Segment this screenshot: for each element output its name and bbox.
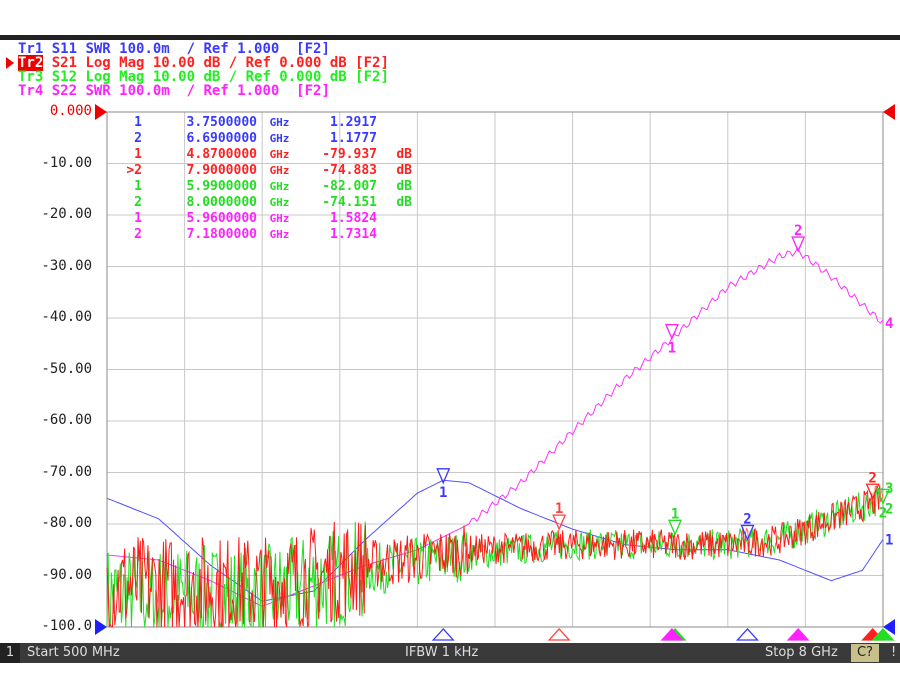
marker-freq: 5.9900000 (186, 179, 257, 194)
y-tick-label: -70.00 (41, 463, 92, 480)
marker-unit: GHz (269, 148, 290, 161)
marker-unit: GHz (269, 132, 290, 145)
reference-level-left-icon (95, 619, 107, 635)
marker-id: 2 (134, 227, 142, 242)
marker-triangle-icon (668, 519, 683, 536)
reference-level-left-icon (95, 104, 107, 120)
marker-id: 2 (134, 195, 142, 210)
status-bar: 1 Start 500 MHz IFBW 1 kHz Stop 8 GHz C?… (0, 643, 900, 663)
marker-readout-row[interactable]: >2 7.9000000 GHz -74.883 dB (112, 163, 412, 179)
marker-freq: 7.9000000 (186, 163, 257, 178)
marker-id: >2 (126, 163, 142, 178)
marker-readout-row[interactable]: 1 3.7500000 GHz 1.2917 (112, 115, 412, 131)
start-frequency[interactable]: Start 500 MHz (27, 643, 120, 663)
marker-label: 1 (439, 485, 447, 501)
marker-unit: GHz (269, 164, 290, 177)
marker-label: 2 (868, 470, 876, 486)
marker-id: 1 (134, 179, 142, 194)
marker-value: -82.007 (322, 179, 377, 194)
y-tick-label: -20.00 (41, 206, 92, 222)
marker-triangle-icon (791, 236, 806, 253)
trace-plot[interactable]: 12121 2121432 (0, 0, 900, 643)
marker-value: 1.2917 (330, 115, 377, 130)
marker-id: 1 (134, 115, 142, 130)
marker-freq: 7.1800000 (186, 227, 257, 242)
reference-level-right-icon (883, 104, 895, 120)
trace-end-label: 2 (885, 502, 893, 518)
marker-freq: 8.0000000 (186, 195, 257, 210)
marker-readout-row[interactable]: 1 4.8700000 GHz -79.937 dB (112, 147, 412, 163)
trace-end-label: 1 (885, 532, 893, 548)
marker-value: 1.5824 (330, 211, 377, 226)
marker-label: 2 (794, 223, 802, 239)
marker-label: 1 (668, 341, 676, 357)
marker-id: 2 (134, 131, 142, 146)
marker-unit: GHz (269, 228, 290, 241)
stop-frequency[interactable]: Stop 8 GHz (765, 643, 838, 663)
y-tick-label: 0.000 (49, 103, 92, 119)
trace-end-label: 3 (885, 481, 893, 497)
marker-id: 1 (134, 211, 142, 226)
marker-value: -74.883 (322, 163, 377, 178)
marker-readout-row[interactable]: 2 8.0000000 GHz -74.151 dB (112, 195, 412, 211)
y-tick-label: -90.00 (41, 566, 92, 583)
y-tick-label: -100.0 (41, 618, 92, 634)
marker-position-indicator-icon (547, 628, 571, 641)
marker-label: 1 (555, 501, 563, 517)
marker-vunit: dB (396, 147, 412, 162)
marker-unit: GHz (269, 212, 290, 225)
marker-vunit: dB (396, 163, 412, 178)
y-tick-label: -40.00 (41, 309, 92, 325)
marker-unit: GHz (269, 116, 290, 129)
y-tick-label: -30.00 (41, 257, 92, 274)
marker-value: 1.7314 (330, 227, 377, 242)
marker-label: 2 (743, 511, 751, 527)
marker-vunit: dB (396, 195, 412, 210)
marker-readout-row[interactable]: 1 5.9900000 GHz -82.007 dB (112, 179, 412, 195)
marker-id: 1 (134, 147, 142, 162)
marker-freq: 4.8700000 (186, 147, 257, 162)
marker-position-indicator-icon (735, 628, 759, 641)
marker-value: -74.151 (322, 195, 377, 210)
y-tick-label: -60.00 (41, 412, 92, 428)
marker-position-indicator-icon (431, 628, 455, 641)
marker-freq: 3.7500000 (186, 115, 257, 130)
marker-triangle-icon (664, 323, 679, 341)
marker-vunit: dB (396, 179, 412, 194)
marker-freq: 6.6900000 (186, 131, 257, 146)
warning-flag: ! (891, 645, 897, 660)
channel-number[interactable]: 1 (0, 643, 20, 663)
ifbw[interactable]: IFBW 1 kHz (405, 643, 478, 663)
marker-freq: 5.9600000 (186, 211, 257, 226)
marker-readout-row[interactable]: 2 7.1800000 GHz 1.7314 (112, 227, 412, 243)
y-tick-label: -10.00 (41, 154, 92, 171)
trace-end-label: 4 (885, 316, 893, 332)
marker-unit: GHz (269, 196, 290, 209)
marker-readout-row[interactable]: 2 6.6900000 GHz 1.1777 (112, 131, 412, 147)
marker-readout-row[interactable]: 1 5.9600000 GHz 1.5824 (112, 211, 412, 227)
marker-value: -79.937 (322, 147, 377, 162)
calibration-status[interactable]: C? (851, 644, 879, 662)
marker-position-indicator-icon (786, 628, 810, 641)
y-tick-label: -50.00 (41, 360, 92, 377)
y-tick-label: -80.00 (41, 515, 92, 531)
marker-value: 1.1777 (330, 131, 377, 146)
marker-label: 1 (671, 506, 679, 522)
marker-unit: GHz (269, 180, 290, 193)
